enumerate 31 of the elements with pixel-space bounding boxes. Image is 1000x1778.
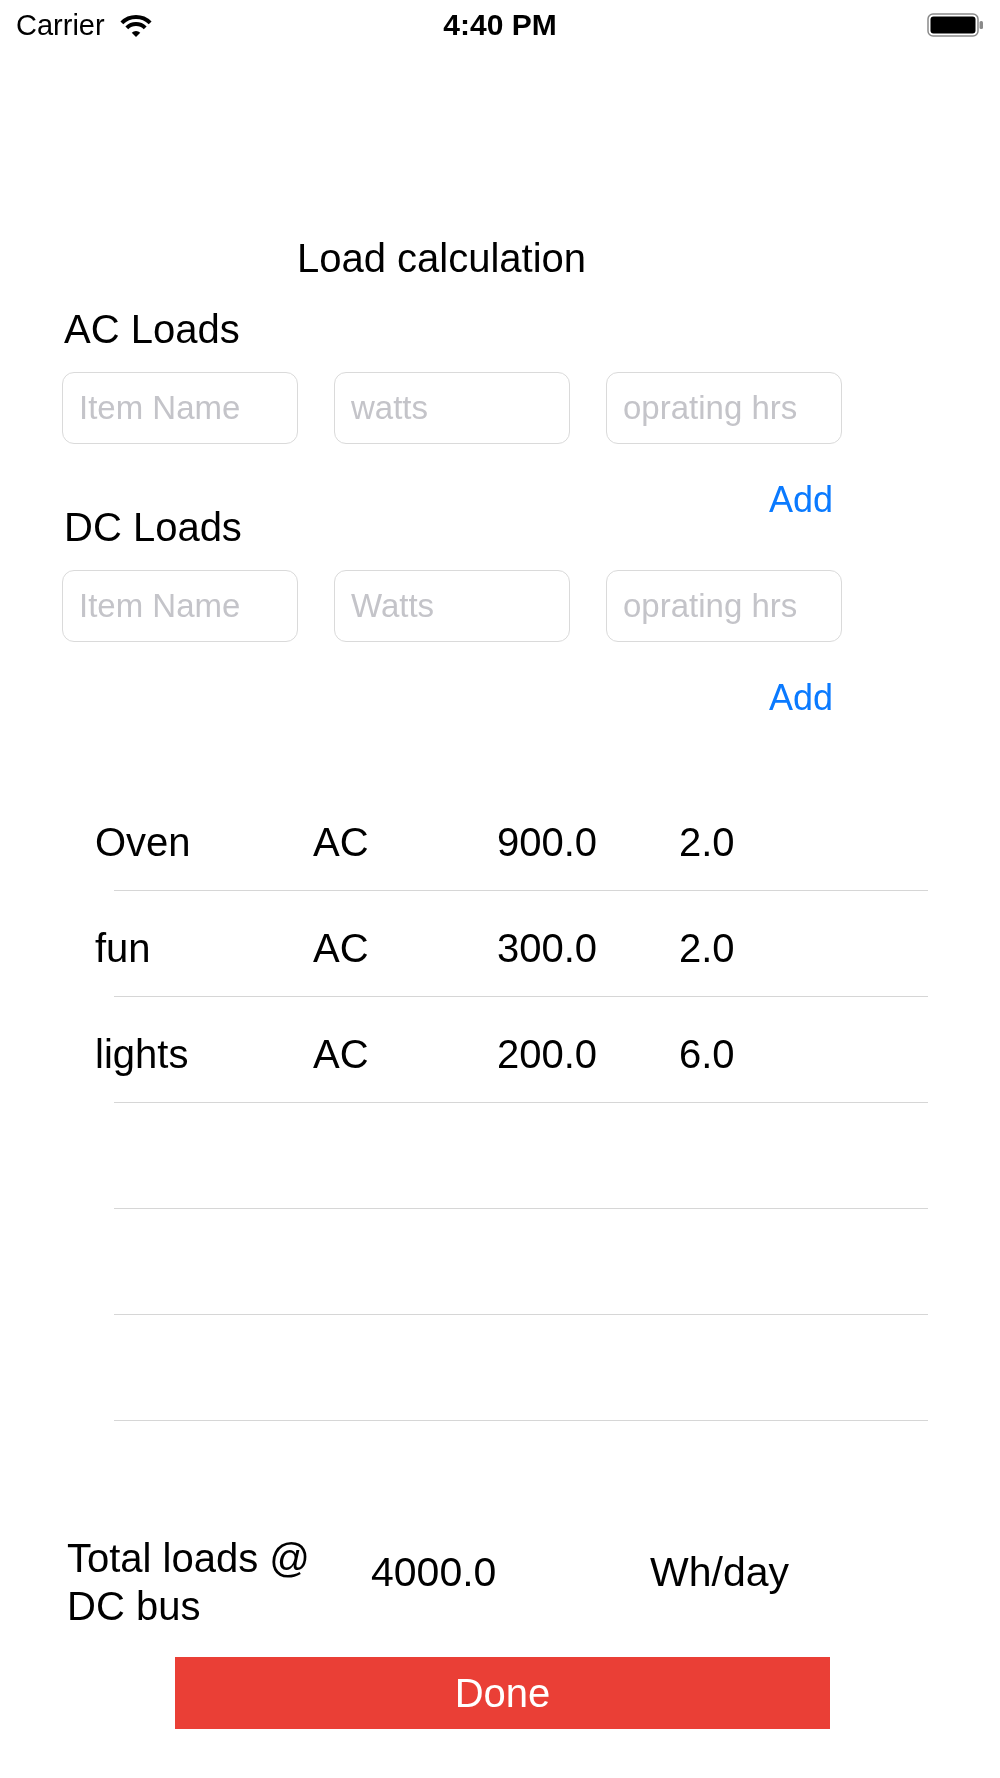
section-heading: AC Loads <box>64 306 240 352</box>
input-field[interactable]: Item Name <box>62 372 298 444</box>
input-field[interactable]: watts <box>334 372 570 444</box>
battery-icon <box>927 13 984 37</box>
input-field[interactable]: Item Name <box>62 570 298 642</box>
table-cell: 2.0 <box>679 924 735 971</box>
add-button[interactable]: Add <box>768 480 833 520</box>
table-cell: 900.0 <box>497 818 598 865</box>
table-cell: 200.0 <box>497 1030 598 1077</box>
input-field[interactable]: Watts <box>334 570 570 642</box>
page-title: Load calculation <box>297 235 587 281</box>
input-field[interactable]: oprating hrs <box>606 570 842 642</box>
table-cell: lights <box>95 1030 189 1077</box>
table-cell: Oven <box>95 818 191 865</box>
add-button[interactable]: Add <box>768 678 833 718</box>
total-unit: Wh/day <box>650 1548 789 1596</box>
carrier-name: Carrier <box>16 8 105 42</box>
total-value: 4000.0 <box>371 1548 497 1596</box>
table-cell: 2.0 <box>679 818 735 865</box>
input-field[interactable]: oprating hrs <box>606 372 842 444</box>
table-cell: 300.0 <box>497 924 598 971</box>
table-cell: AC <box>313 1030 369 1077</box>
status-time: 4:40 PM <box>443 8 557 42</box>
table-cell: fun <box>95 924 151 971</box>
table-cell: 6.0 <box>679 1030 735 1077</box>
section-heading: DC Loads <box>64 504 242 550</box>
total-label: Total loads @ DC bus <box>67 1535 311 1630</box>
table-cell: AC <box>313 924 369 971</box>
wifi-icon <box>118 13 153 37</box>
done-button[interactable]: Done <box>175 1657 830 1729</box>
table-cell: AC <box>313 818 369 865</box>
